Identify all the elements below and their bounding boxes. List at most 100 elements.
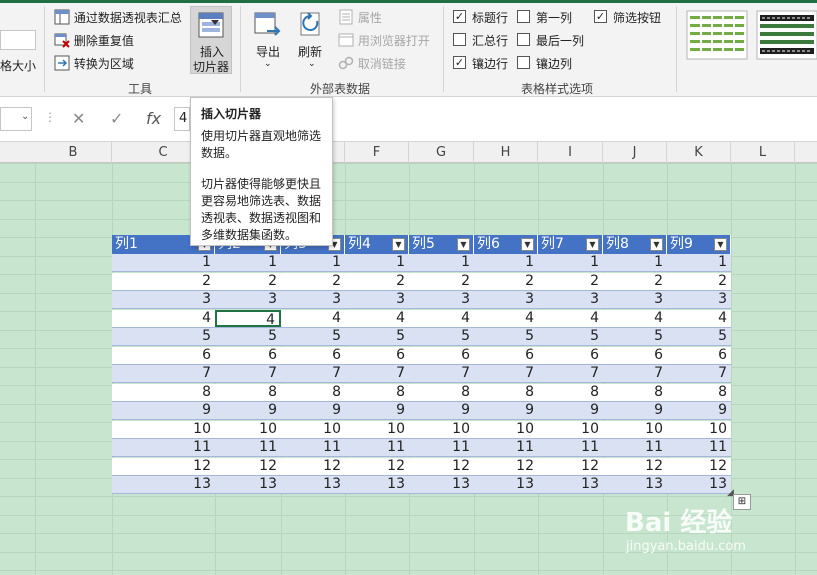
banded-columns-check[interactable] [517,56,530,69]
filter-dropdown-icon[interactable]: ▼ [650,238,663,251]
table-cell[interactable]: 6 [667,347,731,364]
table-cell[interactable]: 3 [409,291,474,308]
table-cell[interactable]: 11 [409,439,474,456]
total-row-check[interactable] [453,33,466,46]
table-cell[interactable]: 12 [603,458,667,475]
table-header-cell[interactable]: 列8 ▼ [603,235,667,254]
formula-bar-splitter-icon[interactable]: ⋮ [44,110,56,124]
column-header[interactable]: J [603,142,667,163]
name-box[interactable]: ⌄ [0,107,32,131]
refresh-button[interactable]: 刷新 ⌄ [294,9,330,73]
table-cell[interactable]: 1 [538,254,603,271]
table-row[interactable]: 222222222 [112,273,731,291]
table-cell[interactable]: 9 [281,402,345,419]
pivot-summary-button[interactable]: 通过数据透视表汇总 [54,9,182,27]
table-cell[interactable]: 5 [603,328,667,345]
table-cell[interactable]: 8 [538,384,603,401]
column-header[interactable]: B [35,142,112,163]
table-row[interactable]: 555555555 [112,328,731,346]
table-cell[interactable]: 10 [281,421,345,438]
table-cell[interactable]: 12 [281,458,345,475]
table-cell[interactable]: 9 [538,402,603,419]
table-row[interactable]: 666666666 [112,347,731,365]
name-box-dropdown-icon[interactable]: ⌄ [21,111,29,122]
table-cell[interactable]: 2 [603,273,667,290]
table-cell[interactable]: 3 [667,291,731,308]
table-cell[interactable]: 3 [474,291,538,308]
table-cell[interactable]: 12 [474,458,538,475]
table-cell[interactable]: 5 [474,328,538,345]
name-size-box[interactable] [0,30,36,50]
table-cell[interactable]: 10 [409,421,474,438]
unlink-button[interactable]: 取消链接 [338,55,406,73]
table-cell[interactable]: 8 [474,384,538,401]
table-cell[interactable]: 6 [538,347,603,364]
table-cell[interactable]: 13 [474,476,538,493]
table-cell[interactable]: 2 [281,273,345,290]
table-cell[interactable]: 1 [474,254,538,271]
table-cell[interactable]: 11 [281,439,345,456]
table-cell[interactable]: 11 [667,439,731,456]
table-cell[interactable]: 12 [215,458,281,475]
table-cell[interactable]: 3 [345,291,409,308]
table-cell[interactable]: 2 [345,273,409,290]
table-cell[interactable]: 13 [409,476,474,493]
filter-dropdown-icon[interactable]: ▼ [521,238,534,251]
table-cell[interactable]: 6 [603,347,667,364]
table-style-green-light-swatch[interactable] [686,10,748,60]
table-cell[interactable]: 5 [112,328,215,345]
table-cell[interactable]: 1 [112,254,215,271]
table-cell[interactable]: 10 [538,421,603,438]
table-cell[interactable]: 5 [215,328,281,345]
table-row[interactable]: 888888888 [112,384,731,402]
table-row[interactable]: 13 13 13 13 13 13 13 13 13 [112,476,731,494]
table-cell[interactable]: 12 [538,458,603,475]
table-cell[interactable]: 7 [345,365,409,382]
table-cell[interactable]: 2 [474,273,538,290]
table-cell[interactable]: 5 [345,328,409,345]
table-cell[interactable]: 4 [345,310,409,327]
first-column-check[interactable] [517,10,530,23]
table-cell[interactable]: 9 [603,402,667,419]
table-cell[interactable]: 1 [215,254,281,271]
table-cell[interactable]: 2 [409,273,474,290]
table-cell[interactable]: 6 [345,347,409,364]
table-cell[interactable]: 3 [215,291,281,308]
banded-rows-check[interactable]: ✓ [453,56,466,69]
table-header-cell[interactable]: 列9 ▼ [667,235,731,254]
table-cell[interactable]: 7 [281,365,345,382]
table-cell[interactable]: 13 [345,476,409,493]
table-cell[interactable]: 7 [603,365,667,382]
table-cell[interactable]: 13 [281,476,345,493]
table-cell[interactable]: 9 [215,402,281,419]
table-cell[interactable]: 11 [538,439,603,456]
table-cell[interactable]: 6 [215,347,281,364]
table-row[interactable]: 999999999 [112,402,731,420]
table-header-cell[interactable]: 列4 ▼ [345,235,409,254]
insert-function-icon[interactable]: fx [146,109,161,128]
table-cell[interactable]: 4 [603,310,667,327]
table-cell[interactable]: 10 [667,421,731,438]
table-cell[interactable]: 6 [112,347,215,364]
table-cell[interactable]: 10 [215,421,281,438]
table-cell[interactable]: 13 [667,476,731,493]
table-cell[interactable]: 7 [112,365,215,382]
table-row[interactable]: 333333333 [112,291,731,309]
table-cell[interactable]: 12 [409,458,474,475]
table-cell[interactable]: 4 [409,310,474,327]
table-header-cell[interactable]: 列5 ▼ [409,235,474,254]
open-in-browser-button[interactable]: 用浏览器打开 [338,32,430,50]
properties-button[interactable]: 属性 [338,9,382,27]
table-cell[interactable]: 1 [345,254,409,271]
filter-button-check[interactable]: ✓ [594,10,607,23]
column-header[interactable]: F [345,142,409,163]
table-row[interactable]: 10 10 10 10 10 10 10 10 10 [112,421,731,439]
table-cell[interactable]: 12 [345,458,409,475]
table-cell[interactable]: 11 [112,439,215,456]
table-cell[interactable]: 7 [474,365,538,382]
table-header-cell[interactable]: 列7 ▼ [538,235,603,254]
filter-dropdown-icon[interactable]: ▼ [392,238,405,251]
table-cell[interactable]: 13 [538,476,603,493]
table-cell[interactable]: 13 [112,476,215,493]
table-row[interactable]: 111111111 [112,254,731,272]
